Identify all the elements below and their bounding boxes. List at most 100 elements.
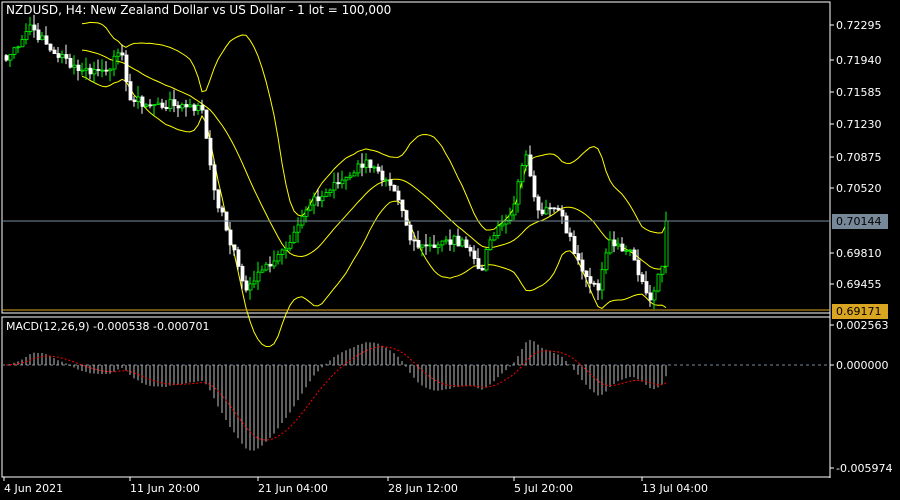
macd-signal-line: [5, 346, 667, 441]
candle-body: [164, 106, 169, 109]
candle-body: [540, 209, 545, 215]
candle-body: [452, 235, 457, 245]
candle-body: [40, 35, 45, 41]
candle-body: [448, 239, 453, 245]
candle-body: [556, 207, 561, 211]
x-tick-label: 4 Jun 2021: [4, 482, 63, 495]
candle-body: [568, 232, 573, 237]
candle-body: [140, 96, 145, 107]
candle-body: [484, 249, 489, 271]
candle-body: [268, 263, 273, 267]
candle-body: [544, 207, 549, 215]
candle-body: [588, 276, 593, 284]
candle-body: [560, 209, 565, 217]
candle-body: [112, 55, 117, 70]
candle-body: [12, 47, 17, 55]
candle-body: [72, 64, 77, 68]
candle-body: [420, 244, 425, 248]
candle-body: [200, 104, 205, 111]
candle-body: [340, 179, 345, 185]
candle-body: [592, 282, 597, 285]
candle-body: [116, 52, 121, 57]
candle-body: [48, 43, 53, 51]
candle-body: [280, 249, 285, 255]
y-tick-label: 0.69455: [836, 278, 882, 291]
candle-body: [404, 210, 409, 226]
candle-body: [132, 99, 137, 102]
y-tick-label: 0.70520: [836, 182, 882, 195]
candle-body: [348, 175, 353, 178]
candle-body: [628, 249, 633, 252]
candle-body: [436, 244, 441, 248]
candle-body: [352, 172, 357, 177]
candle-body: [620, 243, 625, 252]
candle-body: [288, 242, 293, 249]
candle-body: [656, 273, 661, 292]
macd-tick-label: -0.005974: [836, 462, 892, 475]
candle-body: [376, 166, 381, 172]
candle-body: [312, 196, 317, 206]
candle-body: [624, 249, 629, 252]
candle-body: [428, 244, 433, 247]
candle-body: [308, 204, 313, 211]
candle-body: [400, 199, 405, 212]
candle-body: [344, 176, 349, 181]
candle-body: [336, 182, 341, 185]
candle-body: [500, 223, 505, 227]
candle-body: [260, 269, 265, 273]
candle-body: [216, 189, 221, 209]
candle-body: [68, 57, 73, 68]
x-tick-label: 28 Jun 12:00: [388, 482, 458, 495]
candle-body: [536, 196, 541, 211]
candle-body: [412, 239, 417, 242]
y-tick-label: 0.71940: [836, 54, 882, 67]
candle-body: [632, 249, 637, 261]
candle-body: [196, 104, 201, 111]
candle-body: [276, 254, 281, 262]
x-tick-label: 13 Jul 04:00: [642, 482, 708, 495]
macd-panel-frame: [1, 316, 831, 478]
candle-body: [88, 67, 93, 75]
price-chart[interactable]: 0.72295 0.71940 0.71585 0.71230 0.70875 0.705…: [0, 0, 900, 500]
candle-body: [380, 170, 385, 181]
candle-body: [8, 53, 13, 61]
candle-body: [572, 236, 577, 255]
candle-body: [640, 274, 645, 282]
y-tick-label: 0.71230: [836, 118, 882, 131]
candle-body: [292, 231, 297, 243]
candle-body: [36, 29, 41, 41]
candle-body: [244, 280, 249, 291]
candle-body: [552, 207, 557, 210]
candle-body: [100, 69, 105, 72]
candle-body: [44, 35, 49, 45]
candle-body: [16, 46, 21, 49]
macd-tick-label: 0.002563: [836, 319, 889, 332]
candle-body: [52, 49, 57, 54]
x-tick-label: 11 Jun 20:00: [130, 482, 200, 495]
candle-body: [496, 225, 501, 236]
candle-body: [608, 239, 613, 254]
candle-body: [148, 104, 153, 107]
candle-body: [636, 259, 641, 276]
candle-body: [416, 239, 421, 248]
candle-body: [332, 182, 337, 191]
candle-body: [248, 283, 253, 291]
candle-body: [64, 54, 69, 59]
x-tick-label: 21 Jun 04:00: [258, 482, 328, 495]
candle-body: [660, 265, 665, 275]
candle-body: [284, 247, 289, 251]
candle-body: [612, 239, 617, 247]
bollinger-lower: [81, 75, 667, 348]
candle-body: [188, 104, 193, 108]
candle-body: [56, 53, 61, 58]
candle-body: [320, 195, 325, 202]
candle-body: [360, 163, 365, 168]
candle-body: [516, 181, 521, 205]
candle-body: [460, 239, 465, 247]
candle-body: [180, 104, 185, 109]
candle-body: [664, 220, 669, 267]
candle-body: [472, 250, 477, 260]
candle-body: [236, 249, 241, 267]
candle-body: [256, 271, 261, 282]
main-panel-frame: [1, 1, 831, 314]
